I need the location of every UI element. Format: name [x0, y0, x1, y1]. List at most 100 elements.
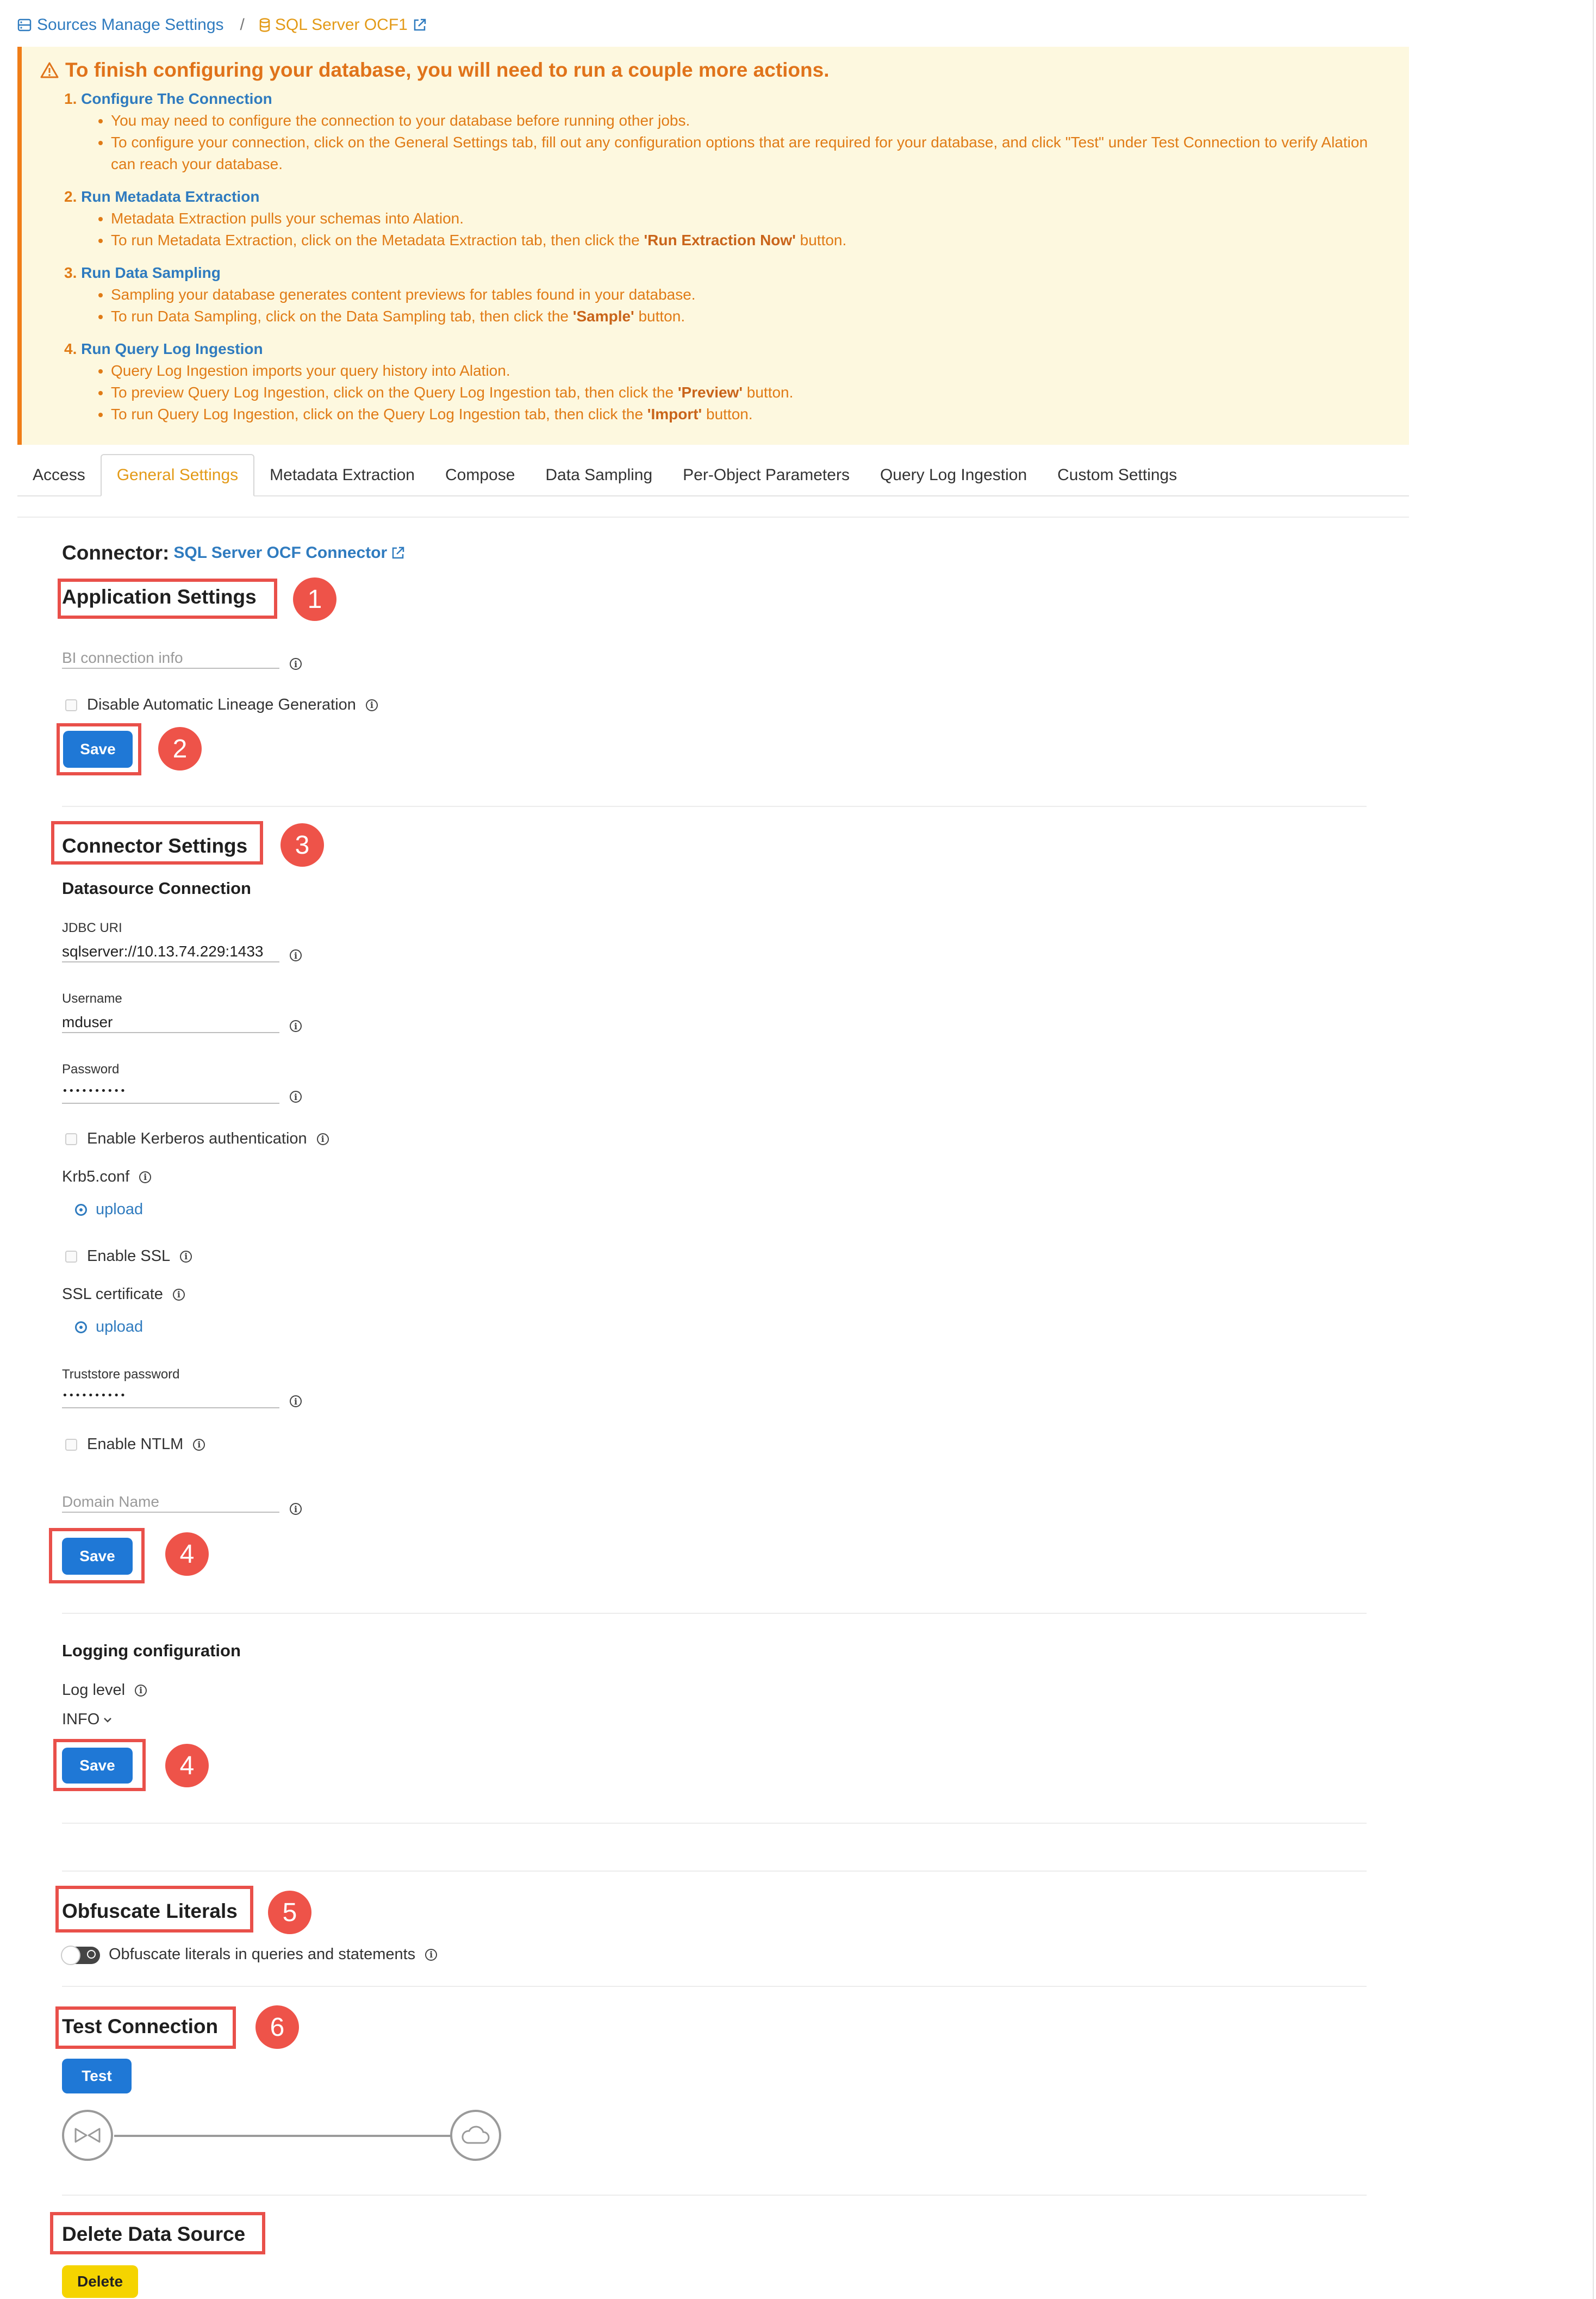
log-level-row: Log level i	[62, 1681, 147, 1699]
kerberos-label: Enable Kerberos authentication	[87, 1130, 307, 1147]
obfuscate-toggle[interactable]	[61, 1946, 100, 1965]
kerberos-checkbox[interactable]	[65, 1133, 77, 1145]
step-number: 2.	[64, 188, 77, 205]
info-icon[interactable]: i	[290, 1503, 302, 1515]
ssl-cert-upload[interactable]: upload	[75, 1318, 143, 1336]
info-icon[interactable]: i	[290, 1395, 302, 1407]
truststore-input[interactable]: ••••••••••	[62, 1388, 279, 1408]
annotation-badge: 5	[268, 1891, 311, 1934]
info-icon[interactable]: i	[180, 1250, 192, 1263]
upload-icon[interactable]	[75, 1203, 87, 1216]
app-settings-save-button[interactable]: Save	[63, 731, 133, 768]
password-input[interactable]: ••••••••••	[62, 1083, 279, 1104]
connector-settings-save-button[interactable]: Save	[62, 1538, 133, 1575]
jdbc-uri-label: JDBC URI	[62, 921, 122, 935]
connector-label: Connector:	[62, 542, 170, 564]
alert-step-2: 2. Run Metadata Extraction Metadata Extr…	[40, 186, 1409, 251]
annotation-badge: 6	[255, 2005, 299, 2049]
ntlm-row: Enable NTLM i	[65, 1436, 205, 1453]
info-icon[interactable]: i	[290, 1091, 302, 1103]
application-settings-title: Application Settings	[62, 586, 257, 608]
connector-link-text[interactable]: SQL Server OCF Connector	[173, 544, 387, 562]
divider	[17, 517, 1409, 518]
info-icon[interactable]: i	[172, 1288, 185, 1301]
info-icon[interactable]: i	[425, 1948, 438, 1961]
connector-line: Connector: SQL Server OCF Connector	[62, 542, 406, 564]
database-icon	[259, 18, 271, 32]
obfuscate-title: Obfuscate Literals	[62, 1900, 238, 1922]
tab-query-log-ingestion[interactable]: Query Log Ingestion	[865, 455, 1042, 495]
info-icon[interactable]: i	[365, 699, 378, 711]
scrollbar[interactable]	[1593, 0, 1594, 2299]
tab-access[interactable]: Access	[17, 455, 101, 495]
username-input[interactable]: mduser	[62, 1012, 279, 1033]
info-icon[interactable]: i	[135, 1684, 147, 1697]
tab-general-settings[interactable]: General Settings	[100, 454, 255, 496]
upload-label[interactable]: upload	[96, 1318, 143, 1336]
tab-per-object-parameters[interactable]: Per-Object Parameters	[668, 455, 865, 495]
disable-lineage-checkbox[interactable]	[65, 699, 77, 711]
divider	[62, 1871, 1367, 1872]
step-title-text: Configure The Connection	[81, 90, 272, 107]
breadcrumb-current[interactable]: SQL Server OCF1	[259, 16, 427, 34]
krb5-upload[interactable]: upload	[75, 1201, 143, 1219]
setup-alert: To finish configuring your database, you…	[17, 47, 1409, 445]
external-link-icon[interactable]	[412, 17, 427, 33]
alert-title: To finish configuring your database, you…	[40, 59, 1409, 82]
delete-button[interactable]: Delete	[62, 2265, 138, 2298]
breadcrumb-parent-link[interactable]: Sources Manage Settings	[17, 16, 224, 34]
list-item: To run Data Sampling, click on the Data …	[111, 306, 1372, 327]
test-button[interactable]: Test	[62, 2059, 132, 2093]
domain-name-input[interactable]: Domain Name	[62, 1492, 279, 1513]
breadcrumb-current-label[interactable]: SQL Server OCF1	[275, 16, 408, 34]
password-label: Password	[62, 1062, 120, 1077]
jdbc-uri-input[interactable]: sqlserver://10.13.74.229:1433	[62, 942, 279, 962]
list-item: You may need to configure the connection…	[111, 110, 1372, 132]
log-level-select[interactable]: INFO	[62, 1711, 113, 1729]
disable-lineage-label: Disable Automatic Lineage Generation	[87, 696, 356, 713]
warning-icon	[40, 61, 59, 79]
kerberos-row: Enable Kerberos authentication i	[65, 1130, 329, 1148]
info-icon[interactable]: i	[139, 1171, 152, 1183]
info-icon[interactable]: i	[290, 949, 302, 961]
info-icon[interactable]: i	[193, 1438, 205, 1451]
external-link-icon[interactable]	[390, 545, 406, 561]
divider	[62, 2195, 1367, 2196]
ssl-cert-label: SSL certificate	[62, 1285, 163, 1303]
chevron-down-icon[interactable]	[103, 1716, 113, 1724]
bi-connection-info-input[interactable]: BI connection info	[62, 648, 279, 669]
tab-metadata-extraction[interactable]: Metadata Extraction	[254, 455, 430, 495]
step-title-text: Run Query Log Ingestion	[81, 340, 263, 357]
list-item: To run Metadata Extraction, click on the…	[111, 229, 1372, 251]
info-icon[interactable]: i	[290, 1020, 302, 1032]
logging-config-title: Logging configuration	[62, 1641, 241, 1660]
alert-step-4: 4. Run Query Log Ingestion Query Log Ing…	[40, 338, 1409, 425]
ssl-label: Enable SSL	[87, 1247, 171, 1265]
step-number: 1.	[64, 90, 77, 107]
tab-compose[interactable]: Compose	[430, 455, 530, 495]
toggle-knob[interactable]	[61, 1946, 80, 1965]
krb5-row: Krb5.conf i	[62, 1168, 152, 1186]
upload-label[interactable]: upload	[96, 1201, 143, 1219]
tab-custom-settings[interactable]: Custom Settings	[1042, 455, 1192, 495]
alert-step-title: 4. Run Query Log Ingestion	[64, 338, 1409, 360]
info-icon[interactable]: i	[316, 1133, 329, 1145]
ssl-row: Enable SSL i	[65, 1247, 192, 1265]
delete-source-title: Delete Data Source	[62, 2223, 246, 2245]
alert-step-title: 2. Run Metadata Extraction	[64, 186, 1409, 208]
upload-icon[interactable]	[75, 1321, 87, 1333]
info-icon[interactable]: i	[290, 658, 302, 670]
tab-data-sampling[interactable]: Data Sampling	[530, 455, 668, 495]
annotation-badge: 3	[280, 823, 324, 867]
annotation-badge: 4	[165, 1744, 209, 1787]
connector-link[interactable]: SQL Server OCF Connector	[173, 544, 406, 562]
breadcrumb-parent-label[interactable]: Sources Manage Settings	[37, 16, 224, 34]
ntlm-checkbox[interactable]	[65, 1438, 77, 1451]
log-level-label: Log level	[62, 1681, 126, 1699]
list-item: Metadata Extraction pulls your schemas i…	[111, 208, 1372, 229]
logging-save-button[interactable]: Save	[62, 1748, 133, 1784]
log-level-value[interactable]: INFO	[62, 1711, 99, 1729]
truststore-label: Truststore password	[62, 1367, 180, 1382]
ssl-checkbox[interactable]	[65, 1250, 77, 1263]
toggle-off-icon	[87, 1950, 96, 1959]
